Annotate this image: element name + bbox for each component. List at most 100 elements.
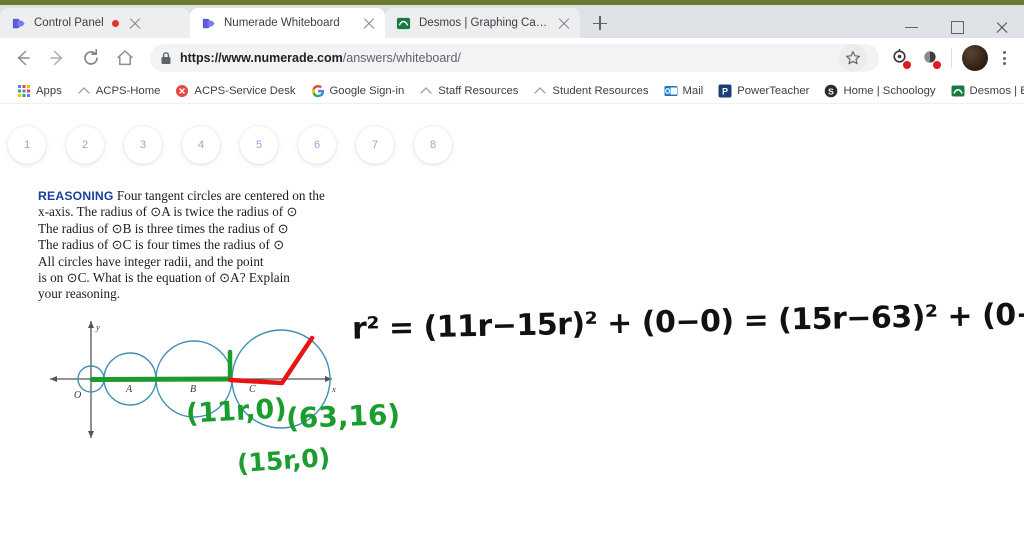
- problem-line-text: Four tangent circles are centered on the: [116, 188, 325, 203]
- page-number-button[interactable]: 8: [414, 126, 452, 164]
- bookmark-student-resources[interactable]: Student Resources: [526, 81, 655, 101]
- page-number-button[interactable]: 1: [8, 126, 46, 164]
- link-icon: [420, 86, 432, 94]
- chrome-menu-button[interactable]: [992, 43, 1018, 73]
- menu-dot: [1003, 62, 1007, 66]
- new-tab-button[interactable]: [586, 9, 614, 37]
- tab-recording-dot: [111, 19, 119, 27]
- bookmark-label: Desmos | Beautifu...: [969, 84, 1024, 97]
- circles-figure: O A B C x y: [44, 316, 344, 441]
- reload-button[interactable]: [74, 41, 108, 75]
- bookmark-home-schoology[interactable]: S Home | Schoology: [817, 81, 942, 101]
- green-ink-path: [89, 349, 233, 382]
- problem-line: x-axis. The radius of ⊙A is twice the ra…: [38, 204, 298, 220]
- reload-icon: [84, 49, 98, 65]
- bookmark-acps-home[interactable]: ACPS-Home: [70, 81, 168, 101]
- menu-dot: [1003, 51, 1007, 55]
- bookmark-star-button[interactable]: [839, 44, 867, 72]
- google-g-icon: [311, 84, 324, 97]
- y-axis-label: y: [95, 322, 100, 332]
- bookmark-label: Staff Resources: [438, 84, 519, 97]
- red-ink-path: [227, 335, 315, 386]
- address-bar[interactable]: https://www.numerade.com/answers/whitebo…: [150, 44, 879, 72]
- bookmark-apps[interactable]: Apps: [10, 81, 69, 101]
- bookmark-acps-service-desk[interactable]: ACPS-Service Desk: [168, 81, 302, 101]
- page-number-button[interactable]: 6: [298, 126, 336, 164]
- page-number-button[interactable]: 3: [124, 126, 162, 164]
- page-number-button[interactable]: 5: [240, 126, 278, 164]
- handwritten-equation: r² = (11r−15r)² + (0−0) = (15r−63)² + (0…: [351, 296, 1024, 347]
- tab-strip: Control Panel Numerade Whiteboard Desmos…: [0, 5, 1024, 38]
- arrow-right-icon: [50, 50, 63, 66]
- problem-line: All circles have integer radii, and the …: [38, 253, 264, 269]
- circle-label-b: B: [190, 384, 196, 395]
- problem-line: REASONING Four tangent circles are cente…: [38, 188, 338, 204]
- desmos-logo-icon: [396, 17, 411, 29]
- extension-badge: [933, 61, 941, 69]
- problem-keyword: REASONING: [38, 189, 114, 203]
- powerteacher-icon: P: [718, 84, 732, 97]
- page-number-button[interactable]: 7: [356, 126, 394, 164]
- problem-line: your reasoning.: [38, 286, 121, 302]
- tab-title: Control Panel: [34, 17, 104, 29]
- bookmark-desmos[interactable]: Desmos | Beautifu...: [944, 81, 1024, 101]
- bookmark-label: PowerTeacher: [737, 84, 810, 97]
- page-number-label: 5: [255, 139, 263, 151]
- profile-avatar[interactable]: [962, 45, 988, 71]
- tab-title: Numerade Whiteboard: [224, 17, 340, 29]
- extension-button-1[interactable]: [885, 43, 915, 73]
- link-icon: [78, 86, 90, 94]
- browser-toolbar: https://www.numerade.com/answers/whitebo…: [0, 38, 1024, 78]
- problem-line: is on ⊙C. What is the equation of ⊙A? Ex…: [38, 270, 290, 286]
- tab-control-panel[interactable]: Control Panel: [0, 8, 190, 38]
- tab-close-icon[interactable]: [361, 15, 377, 31]
- bookmark-label: Apps: [36, 84, 62, 97]
- tab-close-icon[interactable]: [127, 15, 143, 31]
- outlook-mail-icon: [664, 85, 677, 96]
- url-text: https://www.numerade.com/answers/whitebo…: [180, 51, 461, 65]
- page-number-label: 1: [23, 139, 31, 151]
- bookmark-staff-resources[interactable]: Staff Resources: [412, 81, 525, 101]
- circle-label-a: A: [125, 384, 133, 395]
- tab-numerade-whiteboard[interactable]: Numerade Whiteboard: [190, 8, 385, 38]
- desmos-logo-icon: [951, 85, 965, 96]
- svg-text:P: P: [722, 86, 728, 96]
- handwritten-point-15r-0: (15r,0): [236, 442, 332, 479]
- menu-dot: [1003, 56, 1007, 60]
- bookmark-label: Home | Schoology: [843, 84, 936, 97]
- star-icon: [846, 51, 860, 65]
- tab-close-icon[interactable]: [556, 15, 572, 31]
- problem-line: The radius of ⊙B is three times the radi…: [38, 220, 289, 236]
- numerade-logo-icon: [12, 18, 25, 28]
- bookmark-mail[interactable]: Mail: [657, 81, 711, 101]
- page-number-label: 6: [313, 139, 321, 151]
- page-number-list: 1 2 3 4 5 6 7 8: [8, 126, 452, 164]
- forward-button[interactable]: [40, 41, 74, 75]
- bookmark-google-sign-in[interactable]: Google Sign-in: [304, 81, 412, 101]
- arrow-left-icon: [17, 50, 30, 66]
- problem-line: The radius of ⊙C is four times the radiu…: [38, 237, 285, 253]
- home-button[interactable]: [108, 41, 142, 75]
- extension-badge: [903, 61, 911, 69]
- bookmark-powerteacher[interactable]: P PowerTeacher: [711, 81, 816, 101]
- browser-window: Control Panel Numerade Whiteboard Desmos…: [0, 0, 1024, 556]
- page-number-button[interactable]: 4: [182, 126, 220, 164]
- back-button[interactable]: [6, 41, 40, 75]
- figure-svg: O A B C x y: [50, 321, 336, 438]
- bookmark-label: Student Resources: [552, 84, 649, 97]
- problem-statement: REASONING Four tangent circles are cente…: [38, 188, 338, 303]
- whiteboard-page: 1 2 3 4 5 6 7 8 REASONING Four tangent c…: [0, 104, 1024, 556]
- bookmark-label: ACPS-Service Desk: [194, 84, 296, 97]
- svg-text:S: S: [829, 86, 835, 96]
- toolbar-divider: [951, 48, 952, 68]
- tab-desmos-graphing-calculator[interactable]: Desmos | Graphing Calculator: [385, 8, 580, 38]
- lock-icon: [161, 52, 171, 64]
- tab-title: Desmos | Graphing Calculator: [419, 17, 548, 29]
- extension-button-2[interactable]: [915, 43, 945, 73]
- link-icon: [534, 86, 547, 94]
- apps-grid-icon: [18, 84, 30, 97]
- home-icon: [117, 50, 133, 66]
- bookmark-label: Mail: [682, 84, 704, 97]
- page-number-button[interactable]: 2: [66, 126, 104, 164]
- url-path: /answers/whiteboard/: [342, 51, 461, 65]
